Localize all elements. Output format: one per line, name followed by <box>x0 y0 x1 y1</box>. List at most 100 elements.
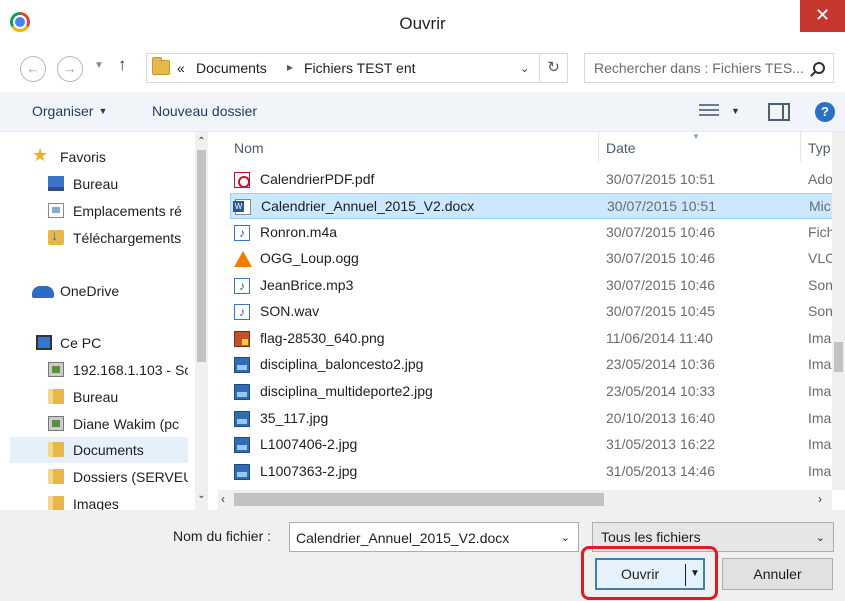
recent-locations-button[interactable]: ▼ <box>94 60 104 71</box>
file-row[interactable]: L1007363-2.jpg 31/05/2013 14:46 Ima <box>230 459 845 485</box>
cancel-button[interactable]: Annuler <box>722 558 833 590</box>
cancel-button-label: Annuler <box>753 566 802 582</box>
column-header-name[interactable]: Nom <box>234 140 264 156</box>
column-divider[interactable] <box>800 132 801 162</box>
split-divider <box>685 564 686 586</box>
view-options-icon[interactable] <box>699 104 719 120</box>
file-list-vertical-scrollbar[interactable] <box>832 132 845 490</box>
window-title: Ouvrir <box>399 14 446 33</box>
nav-item-label: Bureau <box>73 176 119 192</box>
file-date: 30/07/2015 10:46 <box>606 250 715 266</box>
column-divider[interactable] <box>598 132 599 162</box>
help-icon[interactable]: ? <box>815 102 835 122</box>
column-header-type[interactable]: Typ <box>808 140 831 156</box>
organize-label: Organiser <box>32 103 94 119</box>
file-row[interactable]: CalendrierPDF.pdf 30/07/2015 10:51 Ado <box>230 167 845 193</box>
search-placeholder: Rechercher dans : Fichiers TES... <box>594 60 804 76</box>
nav-item-onedrive[interactable]: OneDrive <box>10 278 188 304</box>
file-name: L1007406-2.jpg <box>260 436 358 452</box>
search-input[interactable]: Rechercher dans : Fichiers TES... <box>584 53 834 83</box>
scroll-right-icon[interactable]: › <box>818 492 822 506</box>
file-row[interactable]: ♪ JeanBrice.mp3 30/07/2015 10:46 Son <box>230 273 845 299</box>
nav-item-recent-places[interactable]: Emplacements ré <box>10 198 188 224</box>
vertical-scroll-thumb[interactable] <box>834 342 843 372</box>
file-row[interactable]: disciplina_multideporte2.jpg 23/05/2014 … <box>230 379 845 405</box>
address-dropdown-icon[interactable]: ⌄ <box>520 62 529 75</box>
nav-item-images[interactable]: Images <box>10 491 188 510</box>
file-date: 30/07/2015 10:51 <box>607 198 716 214</box>
scroll-left-icon[interactable]: ‹ <box>221 492 225 506</box>
file-name: L1007363-2.jpg <box>260 463 358 479</box>
address-bar[interactable]: « Documents ▸ Fichiers TEST ent ⌄ ↻ <box>146 53 568 83</box>
nav-item-downloads[interactable]: Téléchargements <box>10 225 188 251</box>
file-date: 31/05/2013 16:22 <box>606 436 715 452</box>
onedrive-icon <box>32 286 54 298</box>
nav-item-documents[interactable]: Documents <box>10 437 188 463</box>
file-row-selected[interactable]: Calendrier_Annuel_2015_V2.docx 30/07/201… <box>230 193 845 219</box>
refresh-icon: ↻ <box>547 59 560 76</box>
nav-scroll-thumb[interactable] <box>197 150 206 362</box>
preview-pane-icon[interactable] <box>768 103 790 121</box>
open-button-label: Ouvrir <box>621 566 660 582</box>
file-row[interactable]: 35_117.jpg 20/10/2013 16:40 Ima <box>230 406 845 432</box>
column-header-date[interactable]: Date <box>606 140 636 156</box>
view-dropdown-icon[interactable]: ▼ <box>731 106 740 116</box>
scroll-up-icon[interactable]: ⌃ <box>195 136 208 147</box>
file-row[interactable]: flag-28530_640.png 11/06/2014 11:40 Ima <box>230 326 845 352</box>
nav-item-label: Bureau <box>73 389 119 405</box>
file-row[interactable]: ♪ SON.wav 30/07/2015 10:45 Son <box>230 299 845 325</box>
nav-item-server-folders[interactable]: Dossiers (SERVEU <box>10 464 188 490</box>
organize-button[interactable]: Organiser ▼ <box>32 103 107 119</box>
breadcrumb-overflow[interactable]: « <box>177 60 185 76</box>
file-name: disciplina_baloncesto2.jpg <box>260 356 424 372</box>
nav-item-favorites[interactable]: ★ Favoris <box>10 144 188 170</box>
nav-item-network-share[interactable]: 192.168.1.103 - Sc <box>10 357 188 383</box>
file-type: Ima <box>808 463 832 479</box>
file-row[interactable]: OGG_Loup.ogg 30/07/2015 10:46 VLC <box>230 246 845 272</box>
breadcrumb-current[interactable]: Fichiers TEST ent <box>304 60 416 76</box>
filename-label: Nom du fichier : <box>173 528 272 544</box>
caret-down-icon[interactable]: ▼ <box>690 568 700 579</box>
nav-item-label: Documents <box>73 442 144 458</box>
file-type: Son <box>808 303 833 319</box>
file-name: Calendrier_Annuel_2015_V2.docx <box>261 198 475 214</box>
open-button[interactable]: Ouvrir ▼ <box>595 558 705 590</box>
forward-button[interactable]: → <box>57 56 83 82</box>
file-date: 30/07/2015 10:51 <box>606 171 715 187</box>
nav-scrollbar[interactable]: ⌃ ⌄ <box>195 132 208 510</box>
file-row[interactable]: disciplina_baloncesto2.jpg 23/05/2014 10… <box>230 352 845 378</box>
nav-item-desktop[interactable]: Bureau <box>10 171 188 197</box>
horizontal-scroll-thumb[interactable] <box>234 493 604 506</box>
back-button[interactable]: ← <box>20 56 46 82</box>
close-button[interactable]: ✕ <box>800 0 845 32</box>
chevron-down-icon[interactable]: ⌄ <box>561 531 570 544</box>
audio-file-icon: ♪ <box>234 225 250 241</box>
search-icon[interactable] <box>813 62 825 74</box>
folder-icon <box>48 496 64 510</box>
file-row[interactable]: ♪ Ronron.m4a 30/07/2015 10:46 Fich <box>230 220 845 246</box>
new-folder-button[interactable]: Nouveau dossier <box>152 103 257 119</box>
up-button[interactable]: ↑ <box>118 55 127 75</box>
arrow-left-icon: ← <box>26 61 40 76</box>
file-row[interactable]: L1007406-2.jpg 31/05/2013 16:22 Ima <box>230 432 845 458</box>
nav-item-diane-wakim[interactable]: Diane Wakim (pc <box>10 411 188 437</box>
filename-input[interactable]: Calendrier_Annuel_2015_V2.docx ⌄ <box>289 522 579 552</box>
pdf-file-icon <box>234 172 250 188</box>
vlc-file-icon <box>234 251 252 267</box>
nav-item-label: Téléchargements <box>73 230 182 246</box>
network-drive-icon <box>48 362 64 377</box>
nav-item-pc-desktop[interactable]: Bureau <box>10 384 188 410</box>
file-name: OGG_Loup.ogg <box>260 250 359 266</box>
folder-icon <box>48 469 64 484</box>
nav-item-label: Images <box>73 496 119 510</box>
scroll-down-icon[interactable]: ⌄ <box>195 490 208 501</box>
file-type: Son <box>808 277 833 293</box>
file-date: 30/07/2015 10:45 <box>606 303 715 319</box>
file-name: JeanBrice.mp3 <box>260 277 354 293</box>
file-list-horizontal-scrollbar[interactable]: ‹ › <box>218 490 832 510</box>
nav-item-this-pc[interactable]: Ce PC <box>10 330 188 356</box>
breadcrumb-documents[interactable]: Documents <box>196 60 267 76</box>
image-file-icon <box>234 437 250 453</box>
breadcrumb-separator-icon[interactable]: ▸ <box>287 60 293 74</box>
refresh-button[interactable]: ↻ <box>539 54 567 82</box>
